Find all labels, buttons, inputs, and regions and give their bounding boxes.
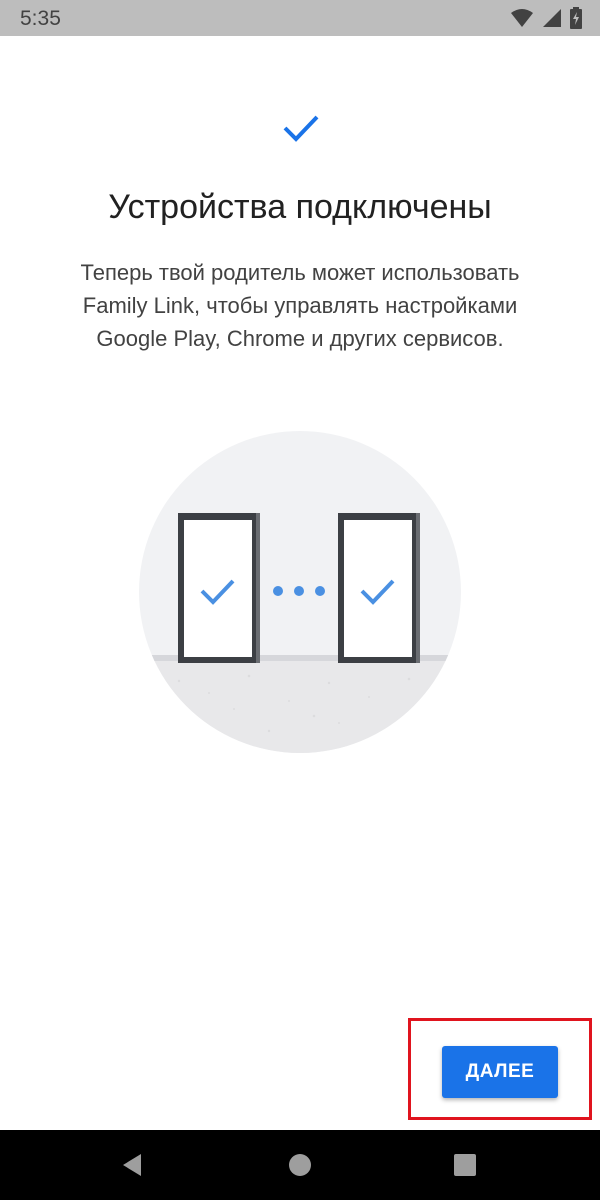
- status-bar: 5:35: [0, 0, 600, 36]
- connection-dots: [273, 586, 325, 596]
- wifi-icon: [511, 9, 533, 27]
- description-line: Теперь твой родитель может использовать: [80, 260, 520, 285]
- back-icon: [123, 1154, 141, 1176]
- description-line: Google Play, Chrome и других сервисов.: [96, 326, 504, 351]
- description-text: Теперь твой родитель может использовать …: [40, 256, 560, 355]
- page-title: Устройства подключены: [108, 188, 492, 226]
- device-right: [338, 513, 420, 663]
- next-button[interactable]: ДАЛЕЕ: [442, 1046, 558, 1098]
- description-line: Family Link, чтобы управлять настройками: [82, 293, 518, 318]
- battery-charging-icon: [570, 7, 582, 29]
- connected-devices-illustration: [139, 431, 461, 753]
- home-icon: [289, 1154, 311, 1176]
- recents-icon: [454, 1154, 476, 1176]
- navigation-bar: [0, 1130, 600, 1200]
- recents-button[interactable]: [448, 1148, 482, 1182]
- device-left: [178, 513, 260, 663]
- back-button[interactable]: [115, 1148, 149, 1182]
- signal-icon: [543, 9, 561, 27]
- checkmark-icon: [283, 115, 319, 142]
- status-time: 5:35: [20, 7, 61, 30]
- status-icons: [510, 7, 582, 29]
- home-button[interactable]: [283, 1148, 317, 1182]
